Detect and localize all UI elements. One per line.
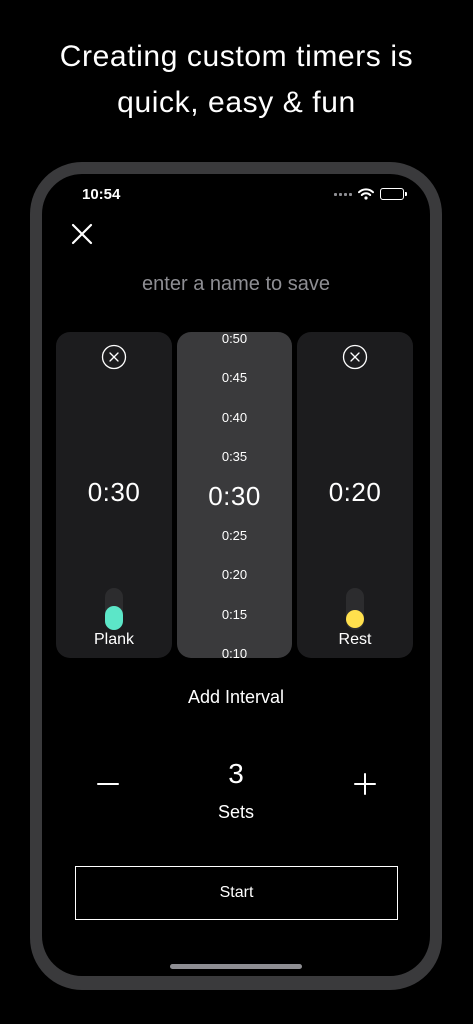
timer-name-input[interactable] — [82, 268, 390, 300]
close-icon[interactable] — [68, 220, 96, 248]
picker-option[interactable]: 0:35 — [177, 447, 292, 467]
picker-option[interactable]: 0:45 — [177, 368, 292, 388]
remove-interval-icon[interactable] — [101, 344, 127, 370]
picker-option-selected[interactable]: 0:30 — [177, 479, 292, 513]
home-indicator[interactable] — [170, 964, 302, 969]
status-time: 10:54 — [82, 186, 121, 203]
plus-icon[interactable] — [351, 770, 379, 798]
battery-icon — [380, 188, 407, 200]
headline-line-1: Creating custom timers is — [59, 40, 414, 73]
picker-option[interactable]: 0:50 — [177, 332, 292, 349]
interval-time: 0:30 — [87, 477, 141, 507]
picker-option[interactable]: 0:15 — [177, 605, 292, 625]
add-interval-button[interactable]: Add Interval — [136, 682, 336, 712]
status-icons — [334, 188, 407, 200]
picker-option[interactable]: 0:20 — [177, 565, 292, 585]
interval-card-plank[interactable]: 0:30 Plank — [56, 332, 172, 658]
start-button[interactable]: Start — [75, 866, 398, 920]
headline-line-2: quick, easy & fun — [117, 86, 356, 119]
interval-time: 0:20 — [328, 477, 382, 507]
phone-screen: 10:54 0:30 Plank 0:50 0:45 0:40 0:35 0: — [42, 174, 430, 976]
headline: Creating custom timers is quick, easy & … — [0, 34, 473, 126]
wifi-icon — [358, 188, 374, 200]
color-slider[interactable] — [346, 588, 364, 630]
color-knob[interactable] — [346, 610, 364, 628]
picker-option[interactable]: 0:40 — [177, 408, 292, 428]
sets-count: 3 — [228, 758, 244, 789]
interval-label: Rest — [338, 631, 372, 648]
duration-picker[interactable]: 0:50 0:45 0:40 0:35 0:30 0:25 0:20 0:15 … — [177, 332, 292, 658]
sets-label: Sets — [217, 802, 255, 822]
cellular-signal-icon — [334, 192, 352, 196]
color-slider[interactable] — [105, 588, 123, 630]
remove-interval-icon[interactable] — [342, 344, 368, 370]
color-knob[interactable] — [105, 606, 123, 630]
interval-label: Plank — [93, 631, 135, 648]
picker-option[interactable]: 0:10 — [177, 644, 292, 658]
minus-icon[interactable] — [94, 770, 122, 798]
picker-option[interactable]: 0:25 — [177, 526, 292, 546]
interval-card-rest[interactable]: 0:20 Rest — [297, 332, 413, 658]
